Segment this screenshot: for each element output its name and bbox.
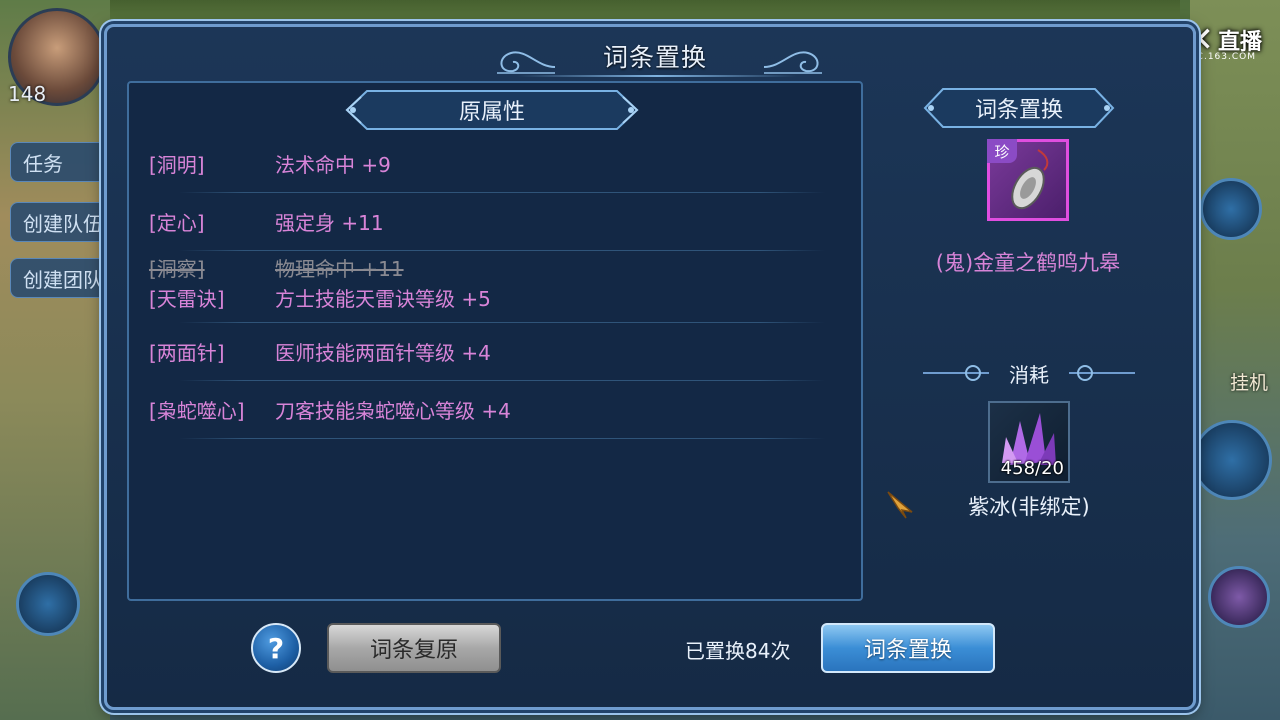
player-level: 148	[8, 82, 47, 106]
row-divider	[179, 438, 825, 439]
attribute-value: 方士技能天雷诀等级 +5	[275, 287, 491, 311]
pet-button[interactable]	[1208, 566, 1270, 628]
skill-button[interactable]	[1192, 420, 1272, 500]
replace-entry-button[interactable]: 词条置换	[821, 623, 995, 673]
original-attributes-panel: 原属性 [洞明] 法术命中 +9 [定心] 强定身 +11 [洞察] 物理命中 …	[127, 81, 863, 601]
attribute-row-removed: [洞察] 物理命中 +11	[149, 251, 829, 281]
title-underline	[517, 75, 797, 77]
auto-battle-label[interactable]: 挂机	[1230, 368, 1268, 395]
restore-entry-button[interactable]: 词条复原	[327, 623, 501, 673]
consume-item-name: 紫冰(非绑定)	[968, 495, 1090, 519]
attribute-row: [两面针] 医师技能两面针等级 +4	[149, 323, 829, 381]
entry-replace-dialog: 词条置换 原属性 [洞明] 法术命中 +9 [定心] 强定身 +11 [洞察]	[104, 24, 1196, 710]
attribute-name: [洞察]	[149, 257, 205, 281]
attribute-value: 物理命中 +11	[275, 257, 404, 281]
pendant-icon	[1011, 149, 1049, 210]
attribute-row: [定心] 强定身 +11	[149, 193, 829, 251]
dialog-title: 词条置换	[602, 43, 707, 72]
help-button[interactable]: ?	[251, 623, 301, 673]
attribute-name: [定心]	[149, 211, 205, 235]
title-flourish-right-icon	[763, 51, 822, 74]
attribute-name: [天雷诀]	[149, 287, 225, 311]
attribute-row: [天雷诀] 方士技能天雷诀等级 +5	[149, 279, 829, 323]
attribute-value: 法术命中 +9	[275, 153, 391, 177]
attribute-name: [两面针]	[149, 341, 225, 365]
attribute-name: [枭蛇噬心]	[149, 399, 245, 423]
consume-item-count: 458/20	[1000, 458, 1064, 479]
consume-header: 消耗	[919, 357, 1139, 389]
attribute-row: [枭蛇噬心] 刀客技能枭蛇噬心等级 +4	[149, 381, 829, 439]
watermark-subtext: CC.163.COM	[1189, 52, 1256, 62]
equipment-name: (鬼)金童之鹤鸣九皋	[935, 251, 1121, 275]
attribute-value: 强定身 +11	[275, 211, 384, 235]
attribute-value: 医师技能两面针等级 +4	[275, 341, 491, 365]
replace-header: 词条置换	[919, 85, 1119, 131]
cursor-arrow-icon	[887, 491, 913, 519]
attribute-name: [洞明]	[149, 153, 205, 177]
equipment-slot[interactable]: 珍	[987, 139, 1069, 221]
replace-header-title: 词条置换	[974, 98, 1063, 123]
attribute-value: 刀客技能枭蛇噬心等级 +4	[275, 399, 511, 423]
create-team-button[interactable]: 创建队伍	[10, 202, 110, 242]
original-attributes-header: 原属性	[337, 87, 647, 133]
mount-button[interactable]	[16, 572, 80, 636]
consume-item-slot[interactable]: 458/20	[988, 401, 1070, 483]
create-group-button[interactable]: 创建团队	[10, 258, 110, 298]
consume-label: 消耗	[1009, 362, 1049, 387]
attribute-row: [洞明] 法术命中 +9	[149, 135, 829, 193]
replace-count-text: 已置换84次	[685, 639, 791, 663]
task-button[interactable]: 任务	[10, 142, 110, 182]
original-attributes-title: 原属性	[458, 100, 525, 125]
dialog-title-container: 词条置换	[575, 35, 735, 77]
add-button[interactable]	[1200, 178, 1262, 240]
title-flourish-left-icon	[497, 51, 556, 74]
